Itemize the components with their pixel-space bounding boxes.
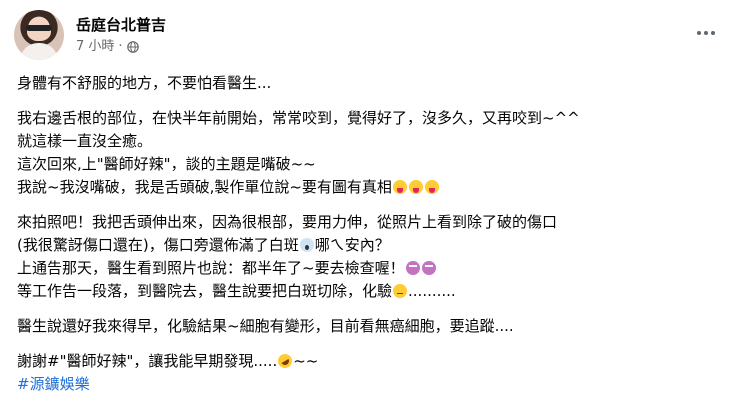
hashtag-link[interactable]: #源鑛娛樂: [17, 373, 717, 396]
globe-icon[interactable]: [126, 41, 139, 53]
paragraph-2: 我右邊舌根的部位，在快半年前開始，常常咬到，覺得好了，沒多久，又再咬到~^^ 就…: [17, 107, 717, 199]
more-dots-icon: [697, 31, 701, 35]
text-line: 這次回來,上"醫師好辣"，談的主題是嘴破~~: [17, 155, 316, 173]
dizzy-face-emoji: [405, 261, 420, 275]
text-line: 我右邊舌根的部位，在快半年前開始，常常咬到，覺得好了，沒多久，又再咬到~^^: [17, 109, 580, 127]
unamused-face-emoji: [393, 284, 408, 298]
dizzy-face-emoji: [421, 261, 436, 275]
text-line-with-emoji: 等工作告一段落，到醫院去，醫生說要把白斑切除，化驗..........: [17, 280, 717, 303]
paragraph-1: 身體有不舒服的地方，不要怕看醫生...: [17, 72, 717, 95]
text-line: 來拍照吧！我把舌頭伸出來，因為很根部，要用力伸，從照片上看到除了破的傷口: [17, 213, 558, 231]
text-line-with-emoji: 我說~我沒嘴破，我是舌頭破,製作單位說~要有圖有真相: [17, 176, 717, 199]
face-with-tongue-emoji: [392, 180, 407, 194]
more-dots-icon: [711, 31, 715, 35]
avatar-face: [27, 21, 51, 41]
line-text: 我說~我沒嘴破，我是舌頭破,製作單位說~要有圖有真相: [17, 178, 392, 196]
text-line-with-emoji: (我很驚訝傷口還在)，傷口旁還佈滿了白斑 哪ㄟ安內？: [17, 234, 717, 257]
post-meta: 7 小時 ·: [76, 39, 139, 55]
line-text: ..........: [408, 282, 456, 300]
line-text: 等工作告一段落，到醫院去，醫生說要把白斑切除，化驗: [17, 282, 393, 300]
face-screaming-in-fear-emoji: [299, 238, 314, 252]
post-timestamp[interactable]: 7 小時: [76, 39, 114, 55]
post-header: 岳庭台北普吉 7 小時 ·: [14, 6, 719, 62]
meta-separator: ·: [118, 39, 123, 54]
paragraph-3: 來拍照吧！我把舌頭伸出來，因為很根部，要用力伸，從照片上看到除了破的傷口 (我很…: [17, 211, 717, 303]
page-name[interactable]: 岳庭台北普吉: [76, 16, 166, 34]
line-text: ~~: [293, 352, 319, 370]
paragraph-4: 醫生說還好我來得早，化驗結果~細胞有變形，目前看無癌細胞，要追蹤....: [17, 315, 717, 338]
avatar[interactable]: [14, 10, 64, 60]
paragraph-5: 謝謝#"醫師好辣"，讓我能早期發現..... ~~ #源鑛娛樂: [17, 350, 717, 396]
line-text: 謝謝#"醫師好辣"，讓我能早期發現.....: [17, 352, 278, 370]
text-line: 就這樣一直沒全癒。: [17, 132, 153, 150]
text-line: 醫生說還好我來得早，化驗結果~細胞有變形，目前看無癌細胞，要追蹤....: [17, 317, 514, 335]
rolling-on-floor-laughing-emoji: [275, 351, 295, 371]
line-text: 上通告那天，醫生看到照片也說：都半年了~要去檢查喔！: [17, 259, 405, 277]
more-dots-icon: [704, 31, 708, 35]
facebook-post: 岳庭台北普吉 7 小時 · 身體有不舒服的地方，不要怕看醫生... 我右邊舌根的…: [0, 0, 733, 410]
line-text: (我很驚訝傷口還在)，傷口旁還佈滿了白斑: [17, 236, 299, 254]
text-line-with-emoji: 謝謝#"醫師好辣"，讓我能早期發現..... ~~: [17, 350, 717, 373]
avatar-shirt: [20, 43, 58, 60]
text-line-with-emoji: 上通告那天，醫生看到照片也說：都半年了~要去檢查喔！: [17, 257, 717, 280]
face-with-tongue-emoji: [424, 180, 439, 194]
text-line: 身體有不舒服的地方，不要怕看醫生...: [17, 74, 272, 92]
post-message: 身體有不舒服的地方，不要怕看醫生... 我右邊舌根的部位，在快半年前開始，常常咬…: [17, 72, 717, 396]
more-options-button[interactable]: [693, 20, 719, 46]
avatar-glasses: [26, 25, 52, 31]
face-with-tongue-emoji: [408, 180, 423, 194]
line-text: 哪ㄟ安內？: [314, 236, 390, 254]
